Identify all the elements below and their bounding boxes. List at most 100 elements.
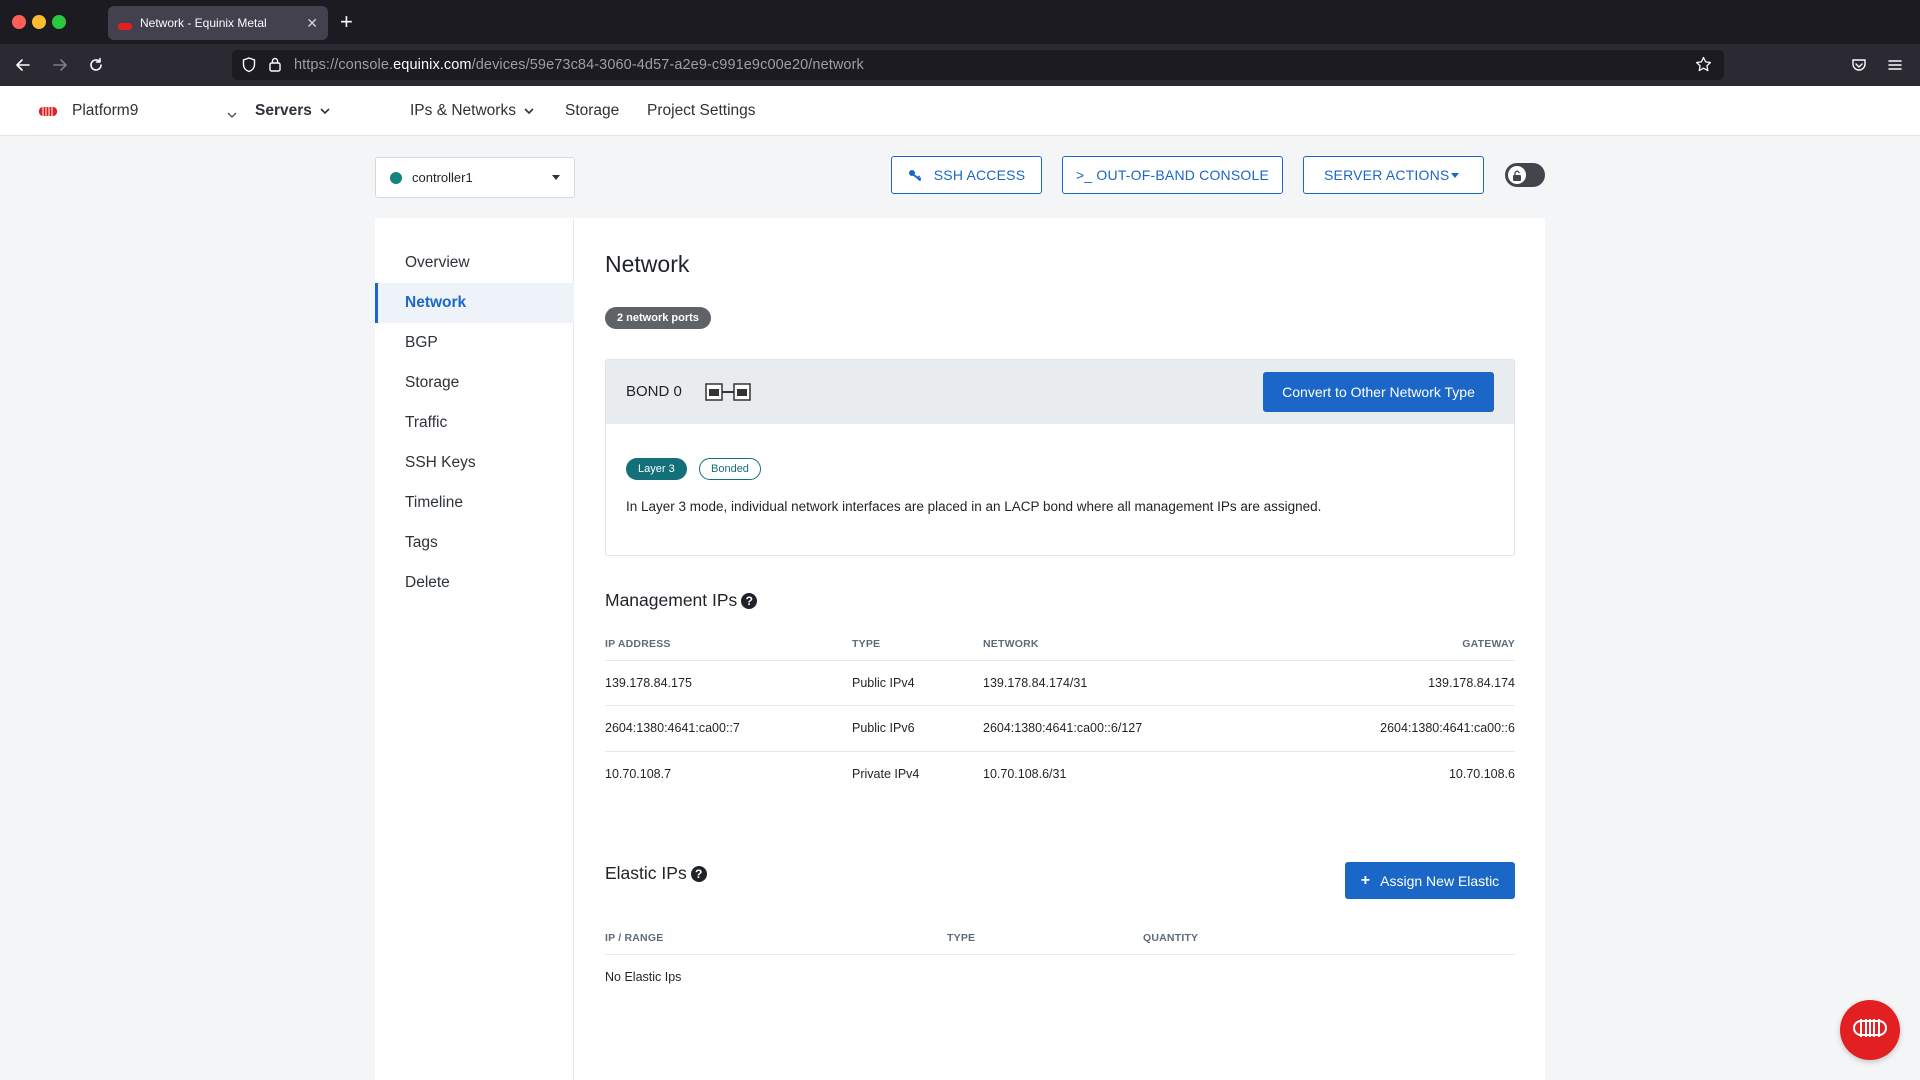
assign-new-elastic-button[interactable]: + Assign New Elastic [1345, 862, 1515, 899]
caret-down-icon [552, 175, 560, 180]
lock-toggle[interactable] [1505, 163, 1545, 187]
convert-network-type-button[interactable]: Convert to Other Network Type [1263, 372, 1494, 412]
ssh-access-button[interactable]: SSH ACCESS [891, 156, 1042, 194]
ip-network: 139.178.84.174/31 [983, 676, 1088, 690]
col-type: TYPE [947, 932, 976, 944]
nav-ips-networks-label: IPs & Networks [410, 102, 516, 119]
ip-gateway: 139.178.84.174 [1428, 676, 1515, 690]
chevron-down-icon [524, 86, 534, 136]
page-title: Network [605, 251, 690, 277]
status-dot [390, 171, 402, 184]
tab-close-icon[interactable]: ✕ [306, 15, 318, 32]
project-selector[interactable]: Platform9 [38, 97, 237, 125]
col-type: TYPE [852, 638, 881, 650]
maximize-window-button[interactable] [52, 15, 66, 29]
browser-tab-strip: Network - Equinix Metal ✕ + [0, 0, 1920, 44]
col-ip-address: IP ADDRESS [605, 638, 671, 650]
bonded-tag: Bonded [699, 458, 761, 480]
sidebar-item-overview[interactable]: Overview [375, 243, 574, 283]
close-window-button[interactable] [12, 15, 26, 29]
ip-address: 139.178.84.175 [605, 676, 692, 690]
menu-hamburger-icon[interactable] [1887, 57, 1903, 78]
elastic-ips-title: Elastic IPs ? [605, 863, 707, 884]
empty-state-text: No Elastic Ips [605, 970, 682, 984]
sidebar-item-network[interactable]: Network [375, 283, 574, 323]
minimize-window-button[interactable] [32, 15, 46, 29]
equinix-logo-icon [1853, 1018, 1887, 1043]
ip-type: Private IPv4 [852, 767, 920, 781]
main-card: Overview Network BGP Storage Traffic SSH… [375, 218, 1545, 1080]
project-name: Platform9 [72, 102, 139, 119]
nav-servers[interactable]: Servers [255, 86, 330, 136]
sidebar-item-ssh-keys[interactable]: SSH Keys [375, 443, 574, 483]
ip-type: Public IPv4 [852, 676, 915, 690]
ip-network: 2604:1380:4641:ca00::6/127 [983, 721, 1143, 735]
sidebar-item-traffic[interactable]: Traffic [375, 403, 574, 443]
key-icon [908, 169, 922, 181]
ip-gateway: 10.70.108.6 [1448, 767, 1515, 781]
nav-servers-label: Servers [255, 102, 312, 119]
col-ip-range: IP / RANGE [605, 932, 664, 944]
chevron-down-icon [320, 86, 330, 136]
help-icon[interactable]: ? [690, 865, 707, 882]
equinix-logo-icon [38, 104, 58, 118]
plus-icon: + [1360, 871, 1371, 889]
server-actions-button[interactable]: SERVER ACTIONS [1303, 156, 1484, 194]
sidebar-item-tags[interactable]: Tags [375, 523, 574, 563]
browser-toolbar: https://console.equinix.com/devices/59e7… [0, 44, 1920, 86]
oob-console-label: >_ OUT-OF-BAND CONSOLE [1075, 167, 1270, 183]
nav-project-settings[interactable]: Project Settings [647, 86, 756, 136]
pocket-icon[interactable] [1851, 57, 1867, 78]
bond-title: BOND 0 [626, 383, 682, 400]
elastic-ips-label: Elastic IPs [605, 863, 687, 883]
bond-description: In Layer 3 mode, individual network inte… [626, 499, 1322, 514]
caret-down-icon [1451, 173, 1459, 178]
network-ports-badge: 2 network ports [605, 307, 711, 329]
server-actions-label: SERVER ACTIONS [1324, 167, 1450, 183]
support-chat-button[interactable] [1840, 1000, 1900, 1060]
oob-console-button[interactable]: >_ OUT-OF-BAND CONSOLE [1062, 156, 1283, 194]
tab-title: Network - Equinix Metal [140, 16, 267, 30]
ip-address: 2604:1380:4641:ca00::7 [605, 721, 740, 735]
shield-icon[interactable] [242, 57, 256, 78]
bond-ports-icon [705, 382, 751, 407]
sidebar-item-delete[interactable]: Delete [375, 563, 574, 603]
sidebar-item-bgp[interactable]: BGP [375, 323, 574, 363]
ip-network: 10.70.108.6/31 [983, 767, 1067, 781]
help-icon[interactable]: ? [741, 592, 758, 609]
new-tab-icon[interactable]: + [340, 8, 353, 36]
server-select[interactable]: controller1 [375, 157, 575, 198]
divider [605, 660, 1515, 661]
bookmark-star-icon[interactable] [1695, 56, 1712, 78]
ip-gateway: 2604:1380:4641:ca00::6 [1380, 721, 1515, 735]
divider [605, 954, 1515, 955]
col-network: NETWORK [983, 638, 1039, 650]
sidebar-item-storage[interactable]: Storage [375, 363, 574, 403]
sidebar-item-timeline[interactable]: Timeline [375, 483, 574, 523]
ip-type: Public IPv6 [852, 721, 915, 735]
back-arrow-icon[interactable] [11, 53, 35, 77]
server-name: controller1 [412, 170, 473, 185]
management-ips-label: Management IPs [605, 590, 738, 610]
management-ips-title: Management IPs ? [605, 590, 758, 611]
col-gateway: GATEWAY [1462, 638, 1515, 650]
lock-icon[interactable] [268, 56, 282, 77]
nav-storage[interactable]: Storage [565, 86, 619, 136]
url-bar[interactable]: https://console.equinix.com/devices/59e7… [232, 50, 1724, 80]
url-text[interactable]: https://console.equinix.com/devices/59e7… [294, 57, 864, 73]
lock-icon [1508, 166, 1526, 184]
reload-icon[interactable] [84, 53, 108, 77]
bond-panel: BOND 0 Convert to Other Network Type Lay… [605, 359, 1515, 556]
ip-address: 10.70.108.7 [605, 767, 672, 781]
chevron-down-icon [227, 106, 237, 124]
app-top-nav: Platform9 Servers IPs & Networks Storage… [0, 86, 1920, 136]
nav-ips-networks[interactable]: IPs & Networks [410, 86, 534, 136]
forward-arrow-icon[interactable] [48, 53, 72, 77]
divider [605, 751, 1515, 752]
device-sidebar: Overview Network BGP Storage Traffic SSH… [375, 218, 574, 1080]
layer-3-tag: Layer 3 [626, 458, 687, 480]
divider [605, 705, 1515, 706]
browser-tab[interactable]: Network - Equinix Metal ✕ [108, 6, 328, 40]
equinix-favicon-icon [118, 18, 132, 30]
assign-new-elastic-label: Assign New Elastic [1380, 872, 1500, 889]
